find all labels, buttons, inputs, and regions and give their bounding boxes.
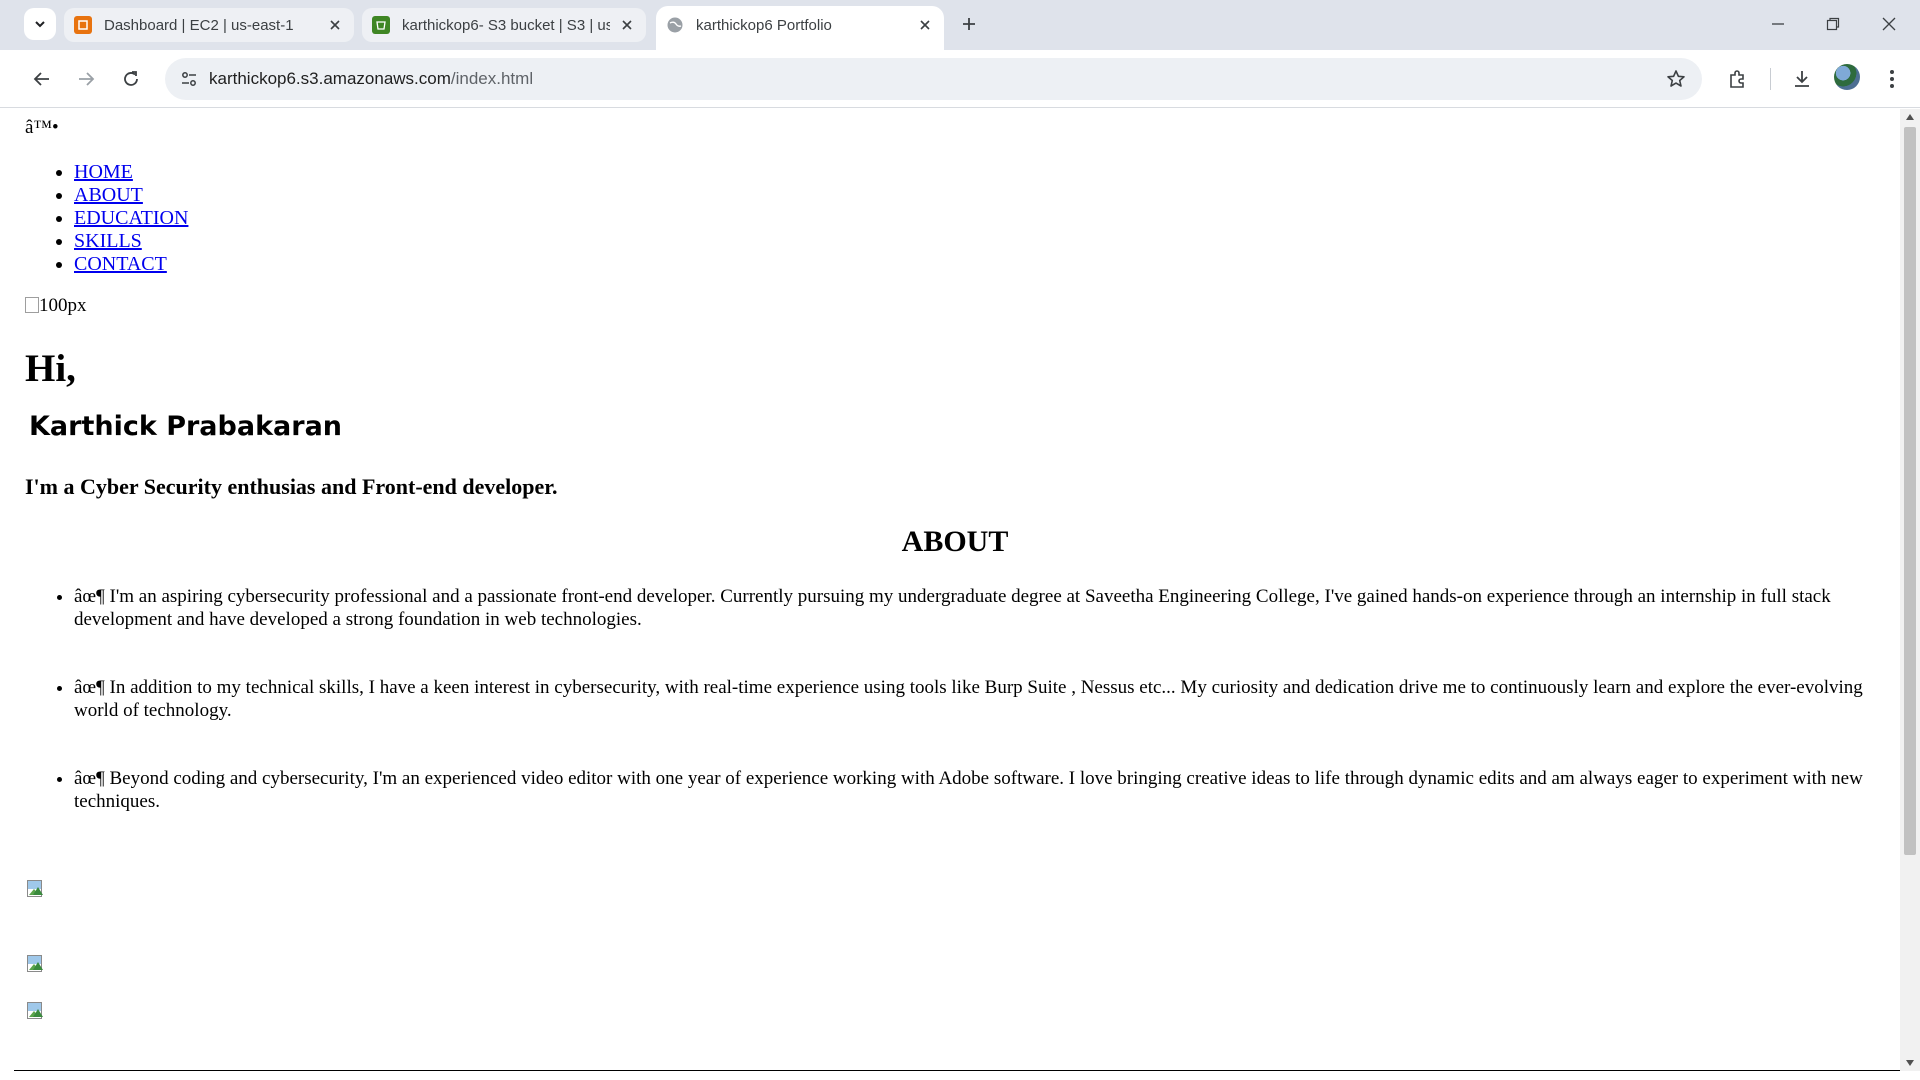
nav-link-about[interactable]: ABOUT	[74, 184, 143, 206]
about-list: âœ¶ I'm an aspiring cybersecurity profes…	[25, 585, 1885, 858]
more-vert-icon	[1890, 70, 1894, 88]
url-text[interactable]: karthickop6.s3.amazonaws.com/index.html	[209, 69, 533, 89]
about-heading: ABOUT	[901, 525, 1009, 558]
chevron-down-icon	[35, 21, 45, 28]
downloads-button[interactable]	[1788, 65, 1816, 93]
tab-portfolio[interactable]: karthickop6 Portfolio	[656, 6, 944, 50]
tab-title: karthickop6 Portfolio	[696, 16, 832, 34]
broken-image-icon	[25, 954, 45, 974]
arrow-left-icon	[33, 72, 49, 86]
page-viewport: â™• HOME ABOUT EDUCATION SKILLS CONTACT …	[14, 109, 1900, 1071]
address-bar[interactable]: karthickop6.s3.amazonaws.com/index.html	[165, 58, 1702, 100]
scroll-down-arrow-icon[interactable]	[1900, 1055, 1920, 1071]
broken-image-icon	[25, 1001, 45, 1021]
nav-item-contact: CONTACT	[74, 253, 188, 276]
site-logo: â™•	[25, 117, 59, 138]
toolbar-separator	[1770, 68, 1771, 90]
tab-title: karthickop6- S3 bucket | S3 | us	[402, 16, 610, 34]
tab-title: Dashboard | EC2 | us-east-1	[104, 16, 294, 34]
tab-s3-bucket[interactable]: karthickop6- S3 bucket | S3 | us	[362, 8, 646, 42]
greeting-heading: Hi,	[25, 347, 76, 390]
about-item: âœ¶ I'm an aspiring cybersecurity profes…	[74, 585, 1885, 631]
close-icon[interactable]	[916, 16, 934, 34]
scroll-up-arrow-icon[interactable]	[1900, 109, 1920, 125]
nav-item-home: HOME	[74, 161, 188, 184]
aws-ec2-icon	[74, 16, 92, 34]
back-button[interactable]	[28, 65, 56, 93]
bottom-rule	[14, 1070, 1900, 1071]
forward-button[interactable]	[72, 65, 100, 93]
nav-item-skills: SKILLS	[74, 230, 188, 253]
menu-button[interactable]	[1878, 65, 1906, 93]
name-heading: Karthick Prabakaran	[29, 411, 343, 442]
url-host: karthickop6.s3.amazonaws.com	[209, 69, 451, 88]
hero-image-broken: 100px	[25, 295, 87, 317]
nav-link-skills[interactable]: SKILLS	[74, 230, 142, 252]
nav-item-education: EDUCATION	[74, 207, 188, 230]
arrow-right-icon	[79, 72, 95, 86]
reload-icon	[124, 71, 138, 86]
nav-link-contact[interactable]: CONTACT	[74, 253, 167, 275]
main-nav: HOME ABOUT EDUCATION SKILLS CONTACT	[25, 161, 188, 276]
browser-toolbar: karthickop6.s3.amazonaws.com/index.html	[0, 50, 1920, 108]
tab-strip: Dashboard | EC2 | us-east-1 karthickop6-…	[0, 0, 1920, 50]
about-item: âœ¶ In addition to my technical skills, …	[74, 676, 1885, 722]
restore-icon	[1826, 17, 1840, 31]
close-window-button[interactable]	[1875, 10, 1903, 38]
tab-ec2-dashboard[interactable]: Dashboard | EC2 | us-east-1	[64, 8, 354, 42]
restore-button[interactable]	[1819, 10, 1847, 38]
profile-avatar[interactable]	[1834, 64, 1860, 90]
close-icon	[1882, 17, 1896, 31]
minimize-icon	[1772, 23, 1784, 25]
broken-image-icon	[25, 297, 39, 313]
reload-button[interactable]	[117, 65, 145, 93]
close-icon[interactable]	[326, 16, 344, 34]
bookmark-star-icon[interactable]	[1664, 67, 1688, 91]
site-info-icon[interactable]	[175, 65, 203, 93]
aws-s3-icon	[372, 16, 390, 34]
nav-item-about: ABOUT	[74, 184, 188, 207]
globe-icon	[666, 16, 684, 34]
hero-image-alt: 100px	[39, 295, 87, 316]
new-tab-button[interactable]	[957, 12, 981, 36]
extensions-button[interactable]	[1723, 65, 1751, 93]
plus-icon	[963, 18, 975, 30]
download-icon	[1795, 71, 1809, 87]
nav-link-home[interactable]: HOME	[74, 161, 133, 183]
about-item: âœ¶ Beyond coding and cybersecurity, I'm…	[74, 767, 1885, 813]
url-path: /index.html	[450, 69, 534, 88]
minimize-button[interactable]	[1764, 10, 1792, 38]
puzzle-icon	[1730, 70, 1744, 88]
vertical-scrollbar[interactable]	[1900, 109, 1920, 1071]
tab-search-button[interactable]	[24, 8, 56, 40]
tagline: I'm a Cyber Security enthusias and Front…	[25, 474, 558, 499]
close-icon[interactable]	[618, 16, 636, 34]
scrollbar-thumb[interactable]	[1904, 127, 1916, 855]
nav-link-education[interactable]: EDUCATION	[74, 207, 188, 229]
broken-image-icon	[25, 879, 45, 899]
